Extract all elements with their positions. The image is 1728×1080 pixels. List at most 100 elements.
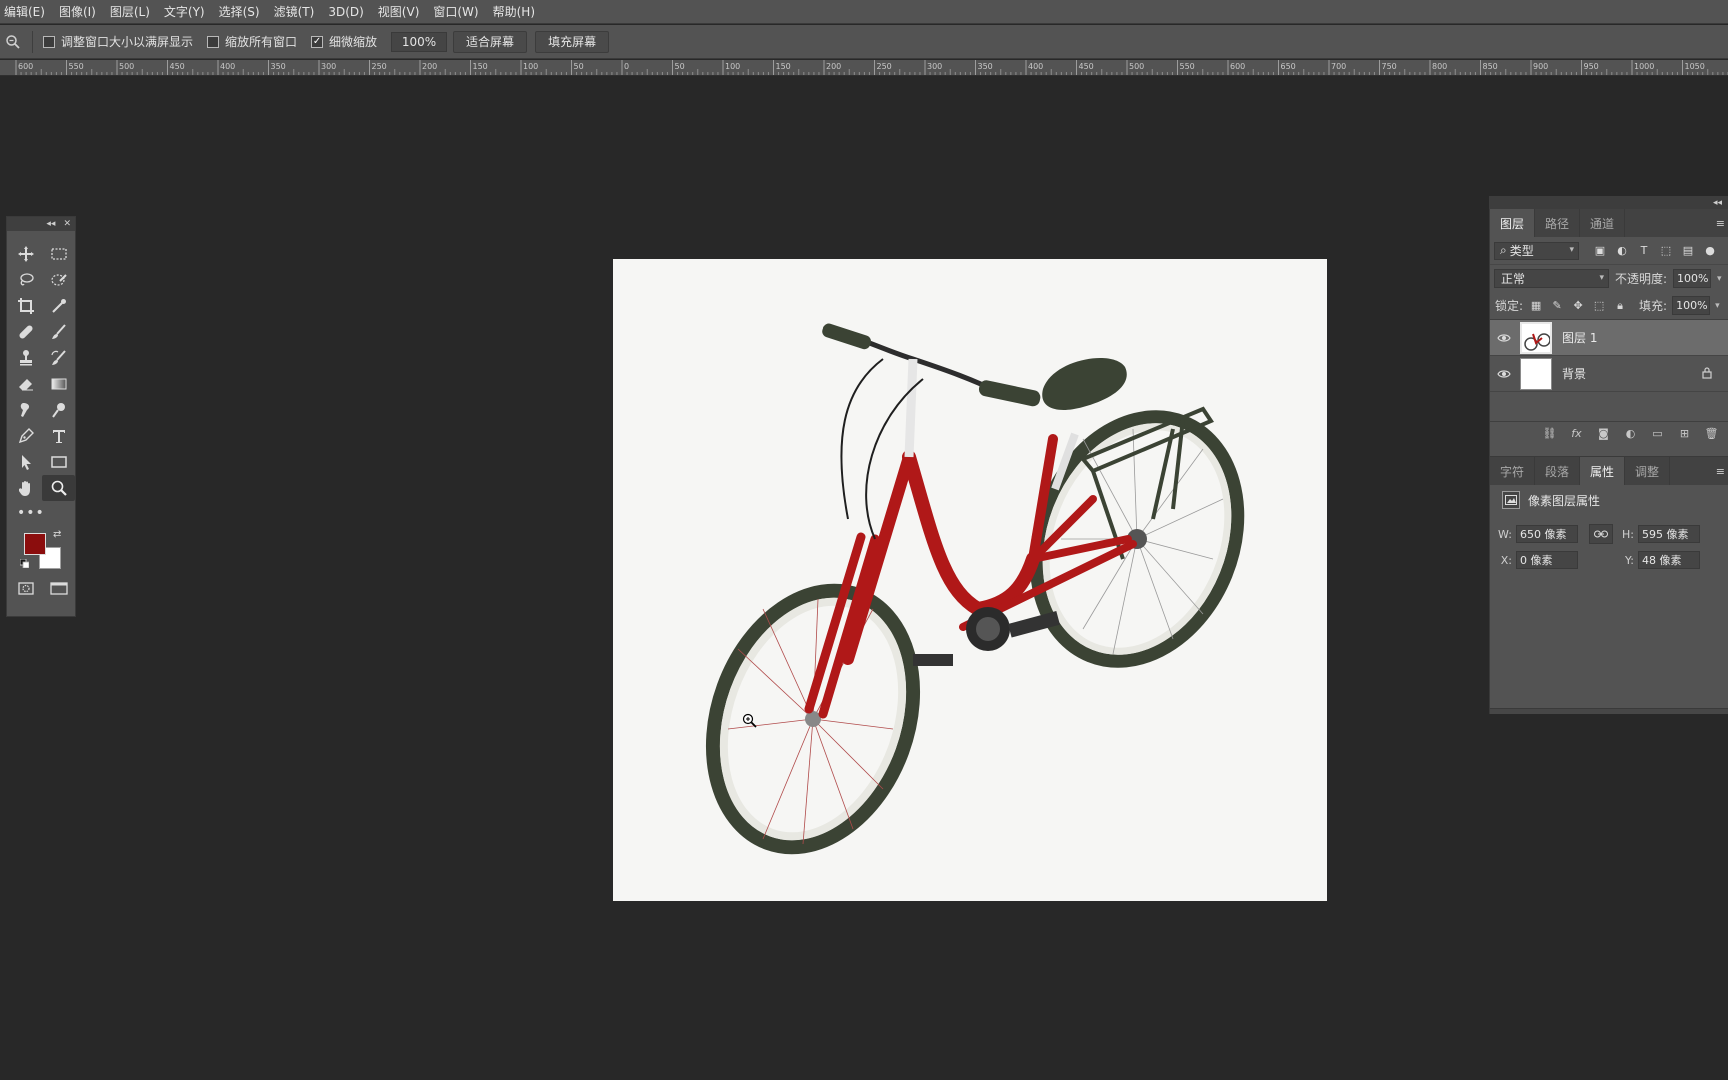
zoom-all-windows-checkbox[interactable]: 缩放所有窗口	[207, 33, 297, 50]
fill-field[interactable]: 100%	[1672, 296, 1711, 315]
scrubby-zoom-box[interactable]: ✓	[311, 35, 324, 48]
quick-selection-tool[interactable]	[42, 267, 75, 293]
properties-panel: 字符 段落 属性 调整 ≡ 像素图层属性 W: 650 像素 H: 595 像素…	[1489, 456, 1728, 714]
menu-view[interactable]: 视图(V)	[371, 0, 427, 24]
layer-name[interactable]: 图层 1	[1562, 329, 1597, 346]
adjustment-filter-icon[interactable]: ◐	[1615, 244, 1629, 258]
zoom-percent-field[interactable]: 100%	[391, 31, 448, 52]
panel-dock-header[interactable]: ◂◂	[1489, 196, 1728, 209]
horizontal-ruler[interactable]: 600 550 500 450 400 350 300 250 200 150 100 50 0 50 10…	[0, 60, 1728, 76]
filter-toggle-icon[interactable]: ●	[1703, 244, 1717, 258]
marquee-tool[interactable]	[42, 241, 75, 267]
collapse-arrows-icon[interactable]: ◂◂	[46, 219, 55, 229]
lock-all-icon[interactable]: 🔒︎	[1612, 298, 1628, 314]
dodge-tool[interactable]	[42, 397, 75, 423]
new-group-icon[interactable]: ▭	[1650, 426, 1665, 441]
lasso-tool[interactable]	[9, 267, 42, 293]
clone-stamp-tool[interactable]	[9, 345, 42, 371]
lock-icon[interactable]	[1702, 367, 1712, 379]
foreground-color-swatch[interactable]	[24, 533, 46, 555]
tab-adjustments[interactable]: 调整	[1625, 457, 1671, 485]
quick-mask-mode[interactable]	[9, 579, 42, 597]
blend-mode-select[interactable]: 正常 ▾	[1494, 269, 1609, 288]
tab-channels[interactable]: 通道	[1580, 209, 1626, 237]
type-tool[interactable]	[42, 423, 75, 449]
lock-transparent-icon[interactable]: ▦	[1528, 298, 1544, 314]
move-tool[interactable]	[9, 241, 42, 267]
visibility-eye-icon[interactable]	[1490, 369, 1518, 379]
y-field[interactable]: 48 像素	[1638, 551, 1700, 569]
brush-tool[interactable]	[42, 319, 75, 345]
fx-icon[interactable]: fx	[1569, 426, 1584, 441]
smudge-tool[interactable]	[9, 397, 42, 423]
edit-toolbar-button[interactable]: •••	[7, 501, 75, 525]
lock-artboard-icon[interactable]: ⬚	[1591, 298, 1607, 314]
healing-brush-tool[interactable]	[9, 319, 42, 345]
path-selection-tool[interactable]	[9, 449, 42, 475]
default-colors-icon[interactable]	[20, 559, 29, 568]
adjustment-layer-icon[interactable]: ◐	[1623, 426, 1638, 441]
menu-type[interactable]: 文字(Y)	[157, 0, 212, 24]
visibility-eye-icon[interactable]	[1490, 333, 1518, 343]
zoom-tool[interactable]	[42, 475, 75, 501]
expand-arrows-icon[interactable]: ◂◂	[1713, 198, 1722, 208]
tab-layers[interactable]: 图层	[1490, 209, 1536, 237]
x-field[interactable]: 0 像素	[1516, 551, 1578, 569]
screen-mode[interactable]	[42, 579, 75, 597]
rectangle-tool[interactable]	[42, 449, 75, 475]
menu-help[interactable]: 帮助(H)	[486, 0, 542, 24]
eyedropper-tool[interactable]	[42, 293, 75, 319]
tab-properties[interactable]: 属性	[1580, 457, 1626, 485]
tab-character[interactable]: 字符	[1490, 457, 1536, 485]
layer-kind-filter[interactable]: ⌕ 类型 ▾	[1494, 241, 1579, 260]
smart-object-filter-icon[interactable]: ▤	[1681, 244, 1695, 258]
link-layers-icon[interactable]: ⛓	[1542, 426, 1557, 441]
shape-filter-icon[interactable]: ⬚	[1659, 244, 1673, 258]
hand-tool[interactable]	[9, 475, 42, 501]
lock-image-icon[interactable]: ✎	[1549, 298, 1565, 314]
width-field[interactable]: 650 像素	[1516, 525, 1578, 543]
properties-scrollbar[interactable]	[1490, 708, 1728, 714]
eraser-tool[interactable]	[9, 371, 42, 397]
new-layer-icon[interactable]: ⊞	[1677, 426, 1692, 441]
link-dimensions-icon[interactable]	[1589, 524, 1613, 544]
panel-menu-icon[interactable]: ≡	[1716, 465, 1725, 478]
crop-tool[interactable]	[9, 293, 42, 319]
fill-dropdown-icon[interactable]: ▾	[1715, 301, 1720, 311]
resize-windows-box[interactable]	[43, 35, 55, 48]
menu-edit[interactable]: 编辑(E)	[0, 0, 52, 24]
menu-filter[interactable]: 滤镜(T)	[267, 0, 322, 24]
pen-tool[interactable]	[9, 423, 42, 449]
gradient-tool[interactable]	[42, 371, 75, 397]
scrubby-zoom-checkbox[interactable]: ✓ 细微缩放	[311, 33, 377, 50]
resize-windows-checkbox[interactable]: 调整窗口大小以满屏显示	[43, 33, 193, 50]
tab-paragraph[interactable]: 段落	[1535, 457, 1581, 485]
fit-screen-button[interactable]: 适合屏幕	[453, 30, 528, 53]
add-mask-icon[interactable]: ◙	[1596, 426, 1611, 441]
zoom-all-windows-box[interactable]	[207, 35, 220, 48]
fill-screen-button[interactable]: 填充屏幕	[535, 30, 610, 53]
pixel-filter-icon[interactable]: ▣	[1593, 244, 1607, 258]
menu-layer[interactable]: 图层(L)	[103, 0, 157, 24]
close-icon[interactable]: ✕	[63, 219, 71, 229]
layer-name[interactable]: 背景	[1562, 365, 1586, 382]
tab-paths[interactable]: 路径	[1535, 209, 1581, 237]
swap-colors-icon[interactable]: ⇄	[53, 529, 61, 540]
history-brush-tool[interactable]	[42, 345, 75, 371]
layer-row-background[interactable]: 背景	[1490, 356, 1728, 392]
panel-menu-icon[interactable]: ≡	[1716, 217, 1725, 230]
lock-position-icon[interactable]: ✥	[1570, 298, 1586, 314]
menu-3d[interactable]: 3D(D)	[321, 0, 370, 24]
menu-select[interactable]: 选择(S)	[212, 0, 267, 24]
tools-panel-header[interactable]: ◂◂ ✕	[7, 217, 75, 231]
menu-image[interactable]: 图像(I)	[52, 0, 103, 24]
layer-row-layer1[interactable]: 图层 1	[1490, 320, 1728, 356]
delete-layer-icon[interactable]: 🗑︎	[1704, 426, 1719, 441]
zoom-tool-preset-icon[interactable]	[2, 31, 24, 53]
menu-window[interactable]: 窗口(W)	[426, 0, 485, 24]
document-canvas[interactable]	[613, 259, 1327, 901]
opacity-dropdown-icon[interactable]: ▾	[1717, 274, 1722, 284]
type-filter-icon[interactable]: T	[1637, 244, 1651, 258]
opacity-field[interactable]: 100%	[1673, 269, 1712, 288]
height-field[interactable]: 595 像素	[1638, 525, 1700, 543]
